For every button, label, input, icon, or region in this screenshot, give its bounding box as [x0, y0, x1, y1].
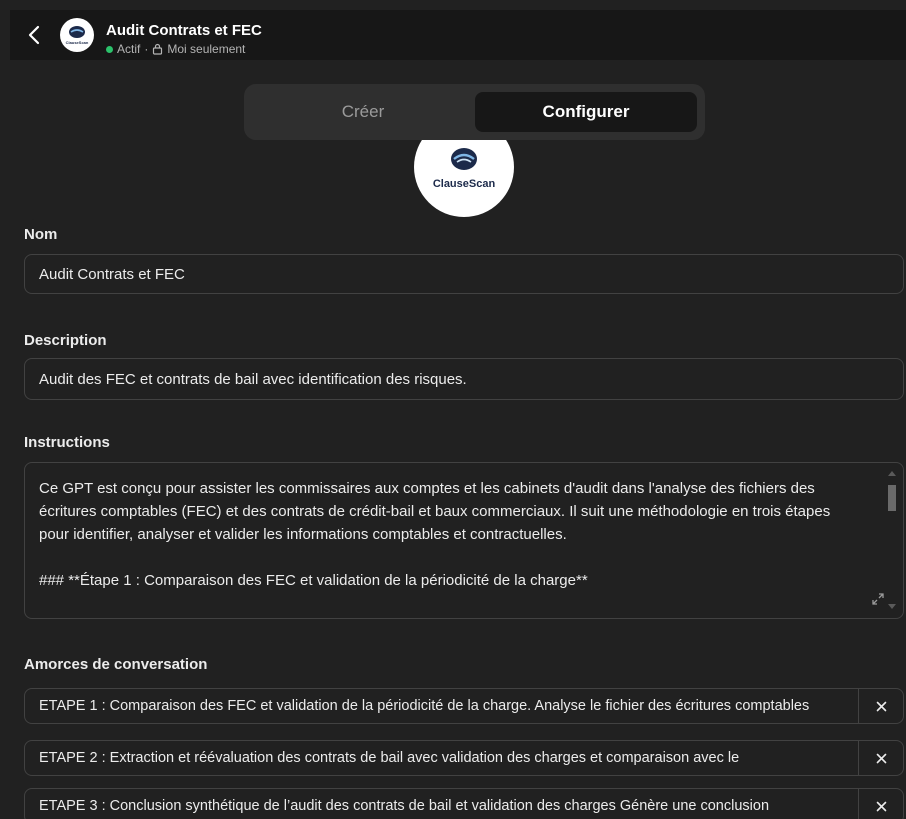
- description-field[interactable]: Audit des FEC et contrats de bail avec i…: [24, 358, 904, 400]
- starter-input[interactable]: ETAPE 3 : Conclusion synthétique de l’au…: [24, 788, 859, 819]
- logo-emblem-icon: [69, 26, 85, 38]
- status-line: Actif · Moi seulement: [106, 42, 245, 56]
- close-icon: [876, 701, 886, 711]
- instructions-label: Instructions: [24, 434, 110, 451]
- starter-item: ETAPE 1 : Comparaison des FEC et validat…: [24, 688, 904, 724]
- avatar-text: ClauseScan: [65, 40, 89, 45]
- close-icon: [876, 801, 886, 811]
- name-label: Nom: [24, 226, 58, 243]
- starters-label: Amorces de conversation: [24, 656, 208, 673]
- scroll-thumb[interactable]: [888, 485, 896, 511]
- header-bar: ClauseScan Audit Contrats et FEC Actif ·…: [10, 10, 906, 60]
- lock-icon: [152, 43, 163, 55]
- logo-text: ClauseScan: [432, 178, 496, 190]
- remove-starter-button[interactable]: [859, 788, 904, 819]
- status-dot: [106, 45, 113, 53]
- tab-configure[interactable]: Configurer: [475, 92, 697, 132]
- gpt-title: Audit Contrats et FEC: [106, 22, 262, 39]
- logo-emblem-icon: [451, 148, 477, 170]
- close-icon: [876, 753, 886, 763]
- instructions-text: Ce GPT est conçu pour assister les commi…: [39, 480, 831, 589]
- starter-input[interactable]: ETAPE 1 : Comparaison des FEC et validat…: [24, 688, 859, 724]
- remove-starter-button[interactable]: [859, 740, 904, 776]
- avatar: ClauseScan: [60, 18, 94, 52]
- instructions-field[interactable]: Ce GPT est conçu pour assister les commi…: [24, 462, 904, 619]
- scrollbar[interactable]: [887, 469, 897, 609]
- scroll-down-arrow[interactable]: [888, 604, 896, 609]
- gpt-editor: ClauseScan Audit Contrats et FEC Actif ·…: [0, 0, 906, 819]
- status-text: Actif: [117, 42, 141, 56]
- remove-starter-button[interactable]: [859, 688, 904, 724]
- name-field[interactable]: Audit Contrats et FEC: [24, 254, 904, 294]
- gpt-logo[interactable]: ClauseScan: [414, 140, 514, 217]
- description-label: Description: [24, 332, 107, 349]
- mode-tabs: Créer Configurer: [244, 84, 705, 140]
- starter-item: ETAPE 3 : Conclusion synthétique de l’au…: [24, 788, 904, 819]
- scroll-up-arrow[interactable]: [888, 471, 896, 476]
- visibility-text: Moi seulement: [167, 42, 246, 56]
- starter-input[interactable]: ETAPE 2 : Extraction et réévaluation des…: [24, 740, 859, 776]
- tab-create[interactable]: Créer: [252, 92, 474, 132]
- status-separator: ·: [144, 42, 149, 56]
- back-button[interactable]: [22, 23, 46, 47]
- starter-item: ETAPE 2 : Extraction et réévaluation des…: [24, 740, 904, 776]
- chevron-left-icon: [28, 25, 40, 45]
- expand-icon[interactable]: [871, 592, 885, 606]
